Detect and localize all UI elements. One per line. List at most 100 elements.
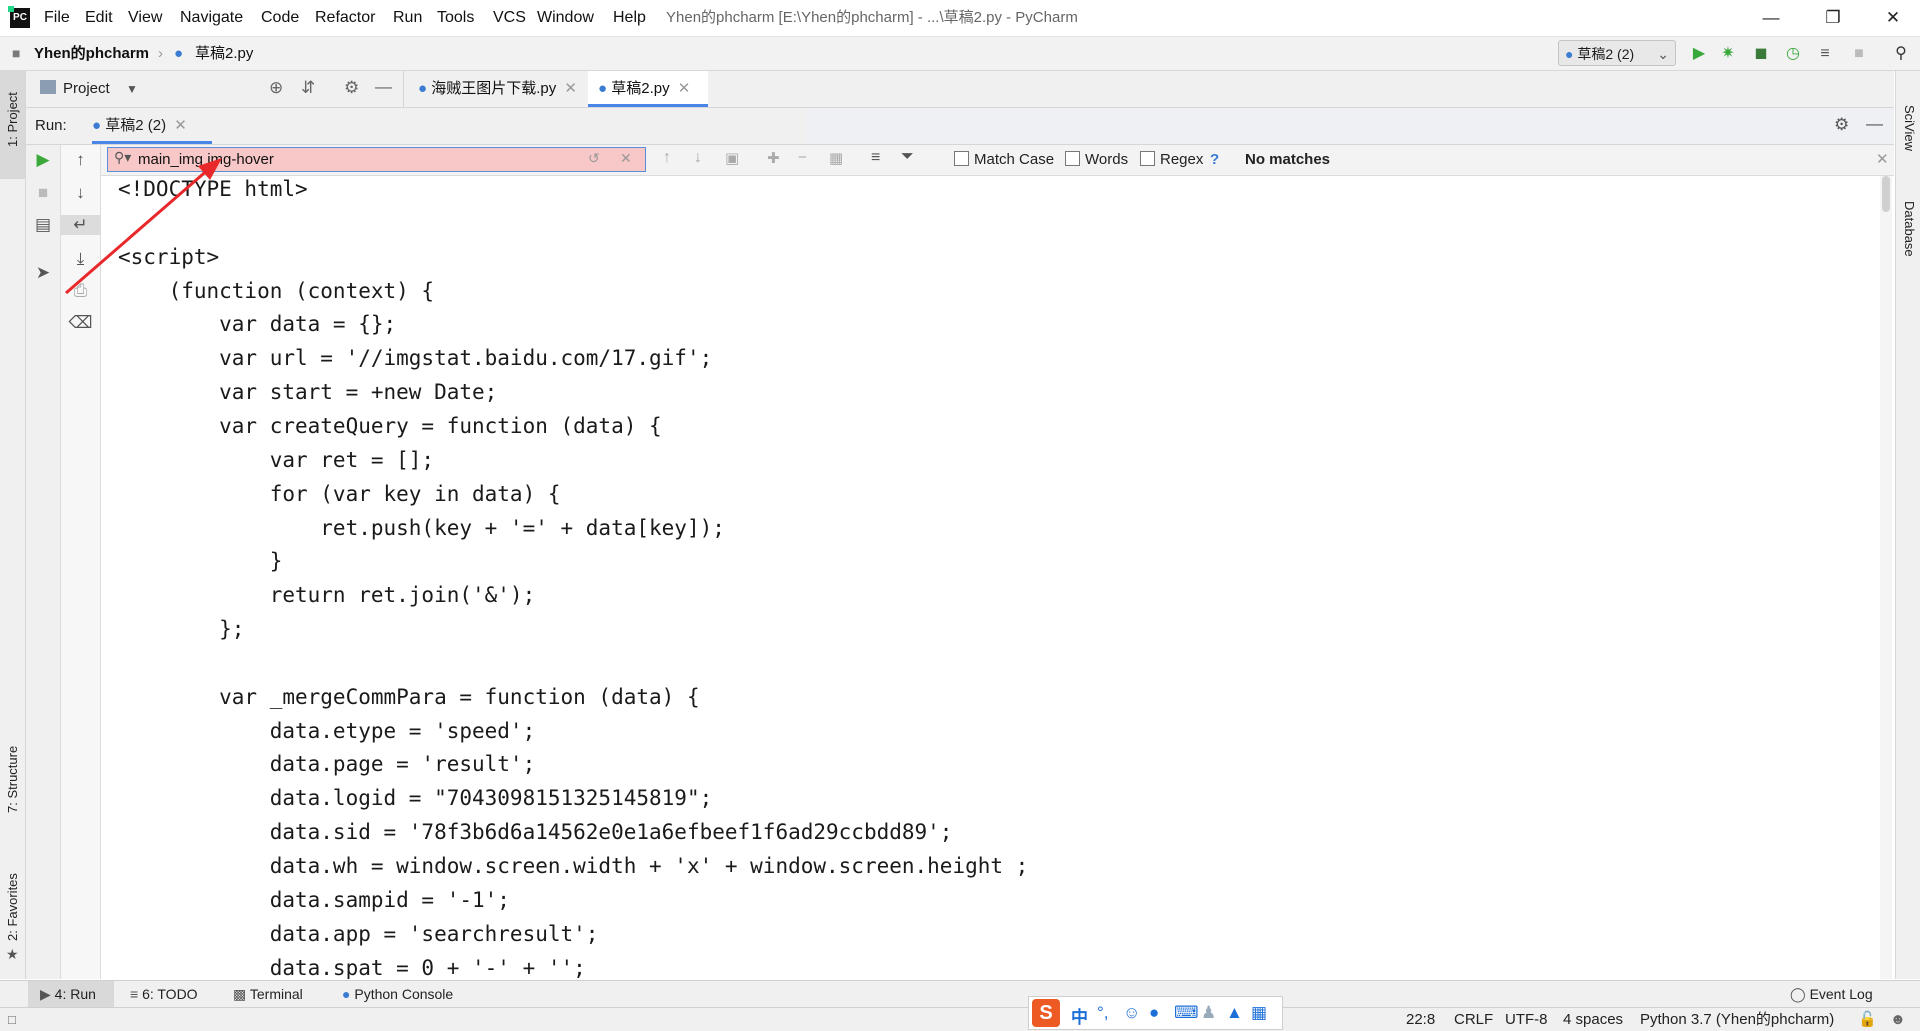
- locate-icon[interactable]: ⊕: [269, 78, 283, 98]
- menu-edit[interactable]: Edit: [85, 0, 113, 36]
- status-bar: □ 22:8 CRLF UTF-8 4 spaces Python 3.7 (Y…: [0, 1007, 1920, 1031]
- regex-checkbox[interactable]: Regex: [1140, 151, 1203, 169]
- console-line: var ret = [];: [118, 447, 435, 472]
- clear-search-icon[interactable]: ✕: [620, 150, 632, 167]
- pin-icon[interactable]: ➤: [26, 263, 60, 283]
- ime-voice-icon[interactable]: ●: [1149, 1003, 1159, 1023]
- ime-user-icon[interactable]: ♟: [1201, 1003, 1216, 1023]
- add-occurrence-icon[interactable]: ✚: [767, 149, 780, 167]
- chevron-down-icon[interactable]: ▼: [126, 71, 138, 107]
- rerun-icon[interactable]: ▶: [26, 150, 60, 170]
- stripe-sciview-label[interactable]: SciView: [1902, 105, 1917, 151]
- run-configuration-select[interactable]: ● 草稿2 (2) ⌄: [1558, 40, 1676, 66]
- stop-icon[interactable]: ■: [26, 183, 60, 203]
- lock-icon[interactable]: 🔓: [1858, 1008, 1877, 1031]
- menu-window[interactable]: Window: [537, 0, 594, 36]
- editor-tab-file1[interactable]: ● 海贼王图片下载.py ✕: [408, 71, 588, 107]
- hide-panel-icon[interactable]: —: [1866, 114, 1883, 134]
- pycharm-logo-icon: PC: [8, 6, 30, 28]
- tab-close-icon[interactable]: ✕: [564, 80, 577, 97]
- restore-icon[interactable]: ❐: [1805, 0, 1861, 36]
- stripe-favorites-label[interactable]: 2: Favorites: [5, 873, 20, 941]
- settings-gear-icon[interactable]: ⚙: [1834, 115, 1849, 135]
- menu-navigate[interactable]: Navigate: [180, 0, 243, 36]
- tool-tab-terminal[interactable]: ▩ Terminal: [233, 981, 303, 1007]
- python-interpreter[interactable]: Python 3.7 (Yhen的phcharm): [1640, 1008, 1834, 1031]
- navigation-bar: ■ Yhen的phcharm › ● 草稿2.py ● 草稿2 (2) ⌄ ▶ …: [0, 37, 1920, 71]
- menu-view[interactable]: View: [128, 0, 162, 36]
- tab-close-icon[interactable]: ✕: [174, 117, 187, 134]
- stop-icon[interactable]: ■: [1848, 43, 1870, 65]
- tool-tab-python-console[interactable]: ● Python Console: [342, 981, 453, 1007]
- ime-emoji-icon[interactable]: ☺: [1123, 1003, 1140, 1023]
- minimize-icon[interactable]: —: [1743, 0, 1799, 36]
- close-icon[interactable]: ✕: [1865, 0, 1920, 36]
- search-status: No matches: [1245, 151, 1331, 168]
- ime-toolbox-icon[interactable]: ▦: [1251, 1003, 1267, 1023]
- search-history-icon[interactable]: ↺: [588, 150, 600, 167]
- run-tab[interactable]: ● 草稿2 (2) ✕: [92, 108, 212, 144]
- select-all-icon[interactable]: ▦: [829, 149, 843, 167]
- search-everywhere-icon[interactable]: ⚲: [1890, 43, 1912, 65]
- menu-vcs[interactable]: VCS: [493, 0, 526, 36]
- console-line: var data = {};: [118, 312, 397, 337]
- layout-icon[interactable]: ▤: [26, 215, 60, 235]
- tool-tab-run[interactable]: ▶ 4: Run: [40, 981, 96, 1007]
- breadcrumb-project[interactable]: Yhen的phcharm: [34, 37, 149, 70]
- project-view-label[interactable]: Project: [63, 71, 110, 107]
- sogou-logo-icon[interactable]: S: [1032, 999, 1060, 1027]
- remove-occurrence-icon[interactable]: −: [798, 149, 807, 166]
- run-icon[interactable]: ▶: [1688, 43, 1710, 65]
- next-occurrence-icon[interactable]: ↓: [694, 149, 702, 167]
- python-file-icon: ●: [174, 45, 184, 62]
- menu-refactor[interactable]: Refactor: [315, 0, 375, 36]
- toggle-tool-windows-icon[interactable]: □: [8, 1008, 16, 1031]
- memory-indicator-icon[interactable]: ☻: [1890, 1008, 1906, 1031]
- ime-keyboard-icon[interactable]: ⌨: [1174, 1003, 1199, 1023]
- collapse-icon[interactable]: ⇵: [301, 78, 315, 98]
- debug-icon[interactable]: ✷: [1717, 43, 1739, 65]
- vertical-scrollbar[interactable]: [1880, 176, 1892, 979]
- hide-panel-icon[interactable]: —: [375, 77, 392, 97]
- event-log-button[interactable]: ◯ Event Log: [1790, 981, 1873, 1007]
- ime-language-toggle[interactable]: 中: [1071, 1003, 1088, 1028]
- tab-close-icon[interactable]: ✕: [678, 80, 691, 97]
- stripe-structure-label[interactable]: 7: Structure: [5, 746, 20, 813]
- run-tab-label: 草稿2 (2): [105, 117, 167, 134]
- file-encoding[interactable]: UTF-8: [1505, 1008, 1548, 1031]
- menu-tools[interactable]: Tools: [437, 0, 474, 36]
- filter-icon[interactable]: ⏷: [901, 148, 914, 166]
- menu-file[interactable]: File: [44, 0, 70, 36]
- menu-run[interactable]: Run: [393, 0, 422, 36]
- breadcrumb-file[interactable]: 草稿2.py: [195, 37, 253, 70]
- ime-punctuation-icon[interactable]: °,: [1097, 1003, 1109, 1023]
- trash-icon[interactable]: ⌫: [61, 313, 100, 333]
- concurrency-icon[interactable]: ≡: [1814, 43, 1836, 65]
- settings-gear-icon[interactable]: ⚙: [344, 78, 359, 98]
- regex-help-icon[interactable]: ?: [1210, 151, 1219, 169]
- ime-skin-icon[interactable]: ▲: [1226, 1003, 1243, 1023]
- run-small-icon: ▶: [40, 986, 55, 1002]
- close-search-icon[interactable]: ✕: [1876, 150, 1889, 168]
- menu-code[interactable]: Code: [261, 0, 299, 36]
- caret-position[interactable]: 22:8: [1406, 1008, 1435, 1031]
- run-console-output[interactable]: <!DOCTYPE html> <script> (function (conte…: [101, 176, 1873, 979]
- previous-occurrence-icon[interactable]: ↑: [663, 149, 671, 167]
- scrollbar-thumb[interactable]: [1882, 176, 1890, 212]
- stripe-database-label[interactable]: Database: [1902, 201, 1917, 257]
- profile-icon[interactable]: ◷: [1782, 43, 1804, 65]
- filter-lines-icon[interactable]: ≡: [871, 149, 880, 167]
- stripe-project-label[interactable]: 1: Project: [5, 92, 20, 147]
- words-checkbox[interactable]: Words: [1065, 151, 1128, 169]
- menu-help[interactable]: Help: [613, 0, 646, 36]
- left-tool-stripe: 1: Project 7: Structure 2: Favorites ★: [0, 71, 26, 979]
- coverage-icon[interactable]: ◼: [1750, 43, 1772, 65]
- console-line: for (var key in data) {: [118, 481, 561, 506]
- console-line: var url = '//imgstat.baidu.com/17.gif';: [118, 346, 713, 371]
- match-case-checkbox[interactable]: Match Case: [954, 151, 1054, 169]
- indent-setting[interactable]: 4 spaces: [1563, 1008, 1623, 1031]
- editor-tab-file2[interactable]: ● 草稿2.py ✕: [588, 71, 708, 107]
- select-all-occurrences-icon[interactable]: ▣: [725, 149, 739, 167]
- line-separator[interactable]: CRLF: [1454, 1008, 1493, 1031]
- tool-tab-todo[interactable]: ≡ 6: TODO: [130, 981, 198, 1007]
